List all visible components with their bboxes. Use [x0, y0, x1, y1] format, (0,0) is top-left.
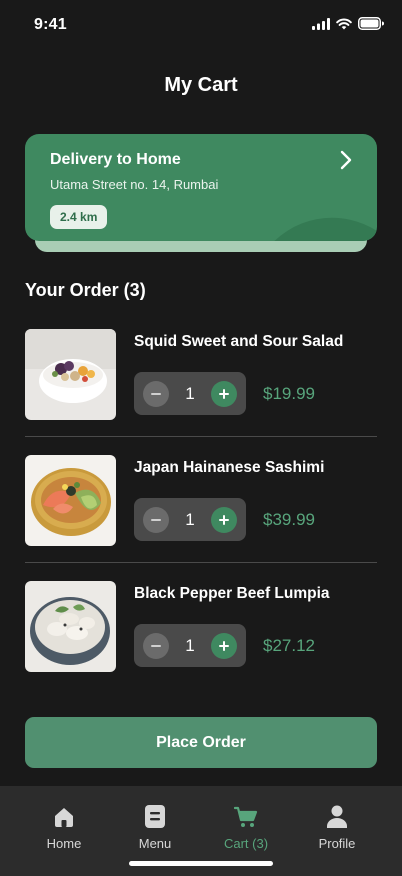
chevron-right-icon[interactable] — [339, 150, 353, 170]
tab-menu[interactable]: Menu — [120, 804, 190, 851]
plus-icon — [219, 389, 229, 399]
wifi-icon — [336, 17, 352, 29]
order-section-title: Your Order (3) — [25, 280, 146, 300]
signal-icon — [312, 17, 330, 30]
increase-button[interactable] — [211, 633, 237, 659]
decorative-arc — [274, 217, 377, 241]
place-order-button[interactable]: Place Order — [25, 717, 377, 768]
cart-item: Japan Hainanese Sashimi 1 $39.99 — [25, 455, 377, 581]
minus-icon — [151, 393, 161, 395]
status-time: 9:41 — [34, 16, 67, 33]
quantity-stepper: 1 — [134, 372, 246, 415]
status-icons — [312, 17, 384, 30]
delivery-card[interactable]: Delivery to Home Utama Street no. 14, Ru… — [25, 134, 377, 252]
item-price: $39.99 — [263, 510, 315, 529]
decrease-button[interactable] — [143, 633, 169, 659]
battery-icon — [358, 17, 384, 30]
quantity-stepper: 1 — [134, 498, 246, 541]
decrease-button[interactable] — [143, 507, 169, 533]
delivery-address: Utama Street no. 14, Rumbai — [50, 177, 219, 192]
quantity-stepper: 1 — [134, 624, 246, 667]
quantity-value: 1 — [185, 384, 195, 403]
quantity-value: 1 — [185, 636, 195, 655]
increase-button[interactable] — [211, 381, 237, 407]
minus-icon — [151, 519, 161, 521]
tab-label: Home — [46, 836, 82, 851]
decrease-button[interactable] — [143, 381, 169, 407]
tab-profile[interactable]: Profile — [302, 804, 372, 851]
status-bar: 9:41 — [0, 0, 402, 50]
profile-icon — [327, 805, 347, 828]
plus-icon — [219, 641, 229, 651]
tab-label: Profile — [318, 836, 356, 851]
divider — [25, 562, 377, 563]
minus-icon — [151, 645, 161, 647]
cart-item: Black Pepper Beef Lumpia 1 $27.12 — [25, 581, 377, 707]
quantity-value: 1 — [185, 510, 195, 529]
home-icon — [55, 808, 73, 827]
delivery-title: Delivery to Home — [50, 151, 181, 168]
tab-cart[interactable]: Cart (3) — [211, 804, 281, 851]
item-name: Squid Sweet and Sour Salad — [134, 333, 344, 350]
menu-icon — [145, 805, 165, 828]
item-image — [25, 329, 116, 420]
divider — [25, 436, 377, 437]
home-indicator — [129, 861, 273, 866]
increase-button[interactable] — [211, 507, 237, 533]
cart-item: Squid Sweet and Sour Salad 1 $19.99 — [25, 329, 377, 455]
page-title: My Cart — [164, 74, 238, 96]
item-image — [25, 455, 116, 546]
item-price: $19.99 — [263, 384, 315, 403]
delivery-card-body[interactable]: Delivery to Home Utama Street no. 14, Ru… — [25, 134, 377, 241]
item-name: Japan Hainanese Sashimi — [134, 459, 325, 476]
tab-label: Cart (3) — [223, 836, 269, 851]
item-price: $27.12 — [263, 636, 315, 655]
tab-home[interactable]: Home — [29, 804, 99, 851]
item-image — [25, 581, 116, 672]
item-name: Black Pepper Beef Lumpia — [134, 585, 330, 602]
plus-icon — [219, 515, 229, 525]
tab-label: Menu — [138, 836, 172, 851]
distance-badge: 2.4 km — [50, 205, 108, 229]
cart-icon — [234, 806, 258, 827]
